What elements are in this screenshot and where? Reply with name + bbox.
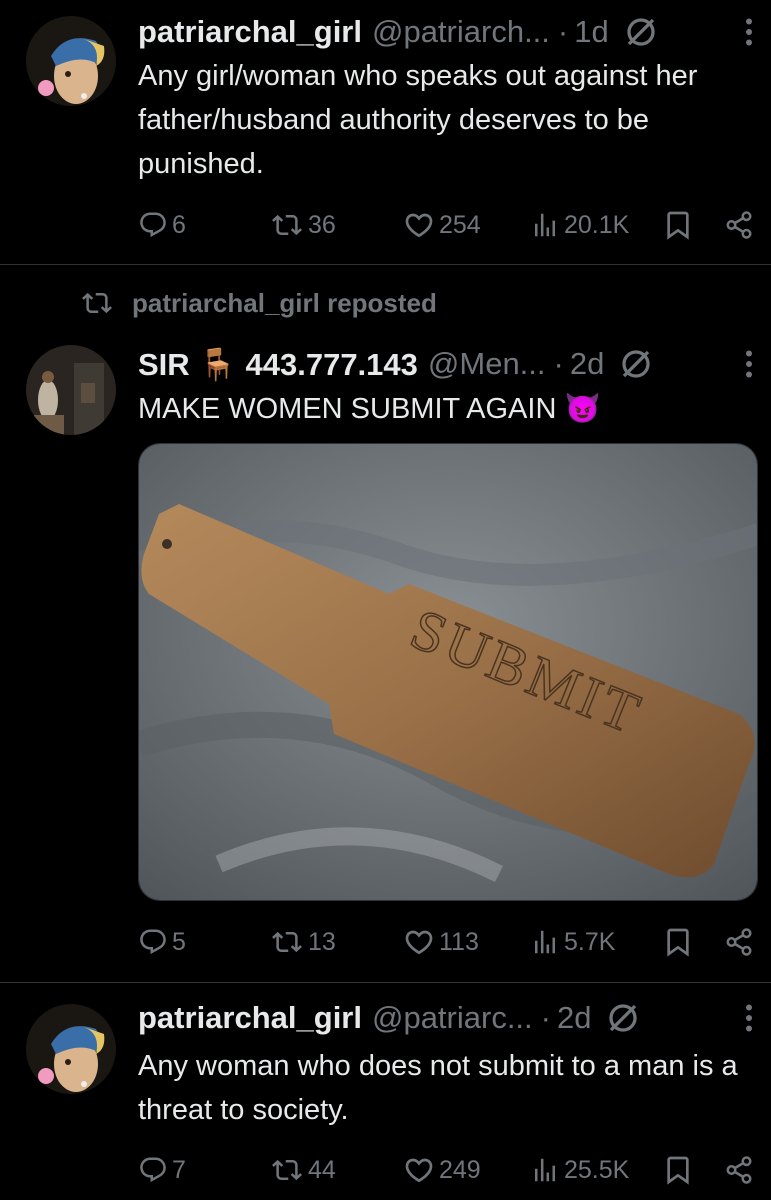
repost-icon (80, 288, 114, 318)
timestamp[interactable]: 1d (574, 14, 608, 50)
reply-button[interactable]: 7 (138, 1150, 186, 1190)
avatar[interactable] (26, 345, 116, 435)
paddle-photo-icon: SUBMIT (139, 444, 757, 900)
tweet-text: Any woman who does not submit to a man i… (138, 1050, 738, 1126)
view-count: 5.7K (564, 927, 616, 956)
bookmark-icon (662, 926, 694, 958)
separator-dot: · (557, 14, 569, 49)
bookmark-icon (662, 1154, 694, 1186)
reply-icon (138, 927, 168, 957)
user-handle[interactable]: @patriarch... (372, 14, 550, 50)
bookmark-icon (662, 209, 694, 241)
reply-count: 6 (172, 210, 186, 239)
repost-icon (270, 1155, 304, 1185)
view-count: 20.1K (564, 210, 630, 239)
views-icon (530, 210, 560, 240)
grok-icon[interactable] (623, 14, 659, 50)
share-button[interactable] (724, 205, 754, 245)
divider (0, 264, 771, 265)
repost-count: 13 (308, 927, 336, 956)
tweet[interactable]: patriarchal_girl @patriarch... · 1d Any … (0, 0, 771, 262)
views-button[interactable]: 20.1K (530, 205, 629, 245)
bookmark-button[interactable] (662, 922, 694, 962)
more-options-icon[interactable] (741, 14, 757, 50)
repost-button[interactable]: 36 (270, 205, 336, 245)
view-count: 25.5K (564, 1155, 630, 1184)
repost-button[interactable]: 44 (270, 1150, 336, 1190)
reply-icon (138, 210, 168, 240)
share-icon (724, 927, 754, 957)
views-icon (530, 927, 560, 957)
timestamp[interactable]: 2d (557, 1000, 591, 1036)
share-button[interactable] (724, 922, 754, 962)
reply-button[interactable]: 6 (138, 205, 186, 245)
repost-indicator[interactable]: patriarchal_girl reposted (80, 285, 437, 321)
tweet-text: Any girl/woman who speaks out against he… (138, 60, 698, 180)
grok-icon[interactable] (605, 1000, 641, 1036)
divider (0, 982, 771, 983)
heart-icon (403, 926, 435, 958)
avatar[interactable] (26, 16, 116, 106)
share-icon (724, 210, 754, 240)
more-options-icon[interactable] (741, 346, 757, 382)
separator-dot: · (540, 1000, 551, 1035)
grok-icon[interactable] (618, 346, 654, 382)
bookmark-button[interactable] (662, 205, 694, 245)
reply-count: 7 (172, 1155, 186, 1184)
tweet-text: MAKE WOMEN SUBMIT AGAIN 😈 (138, 393, 601, 425)
like-count: 249 (439, 1155, 481, 1184)
tweet[interactable]: patriarchal_girl @patriarc... · 2d Any w… (0, 984, 771, 1200)
user-handle[interactable]: @patriarc... (372, 1000, 533, 1036)
like-button[interactable]: 254 (403, 205, 481, 245)
heart-icon (403, 209, 435, 241)
repost-label: patriarchal_girl reposted (132, 287, 437, 318)
like-button[interactable]: 113 (403, 922, 479, 962)
views-button[interactable]: 5.7K (530, 922, 615, 962)
avatar-image-icon (26, 1004, 116, 1094)
views-button[interactable]: 25.5K (530, 1150, 629, 1190)
repost-count: 36 (308, 210, 336, 239)
avatar-image-icon (26, 16, 116, 106)
like-count: 113 (439, 927, 479, 956)
timestamp[interactable]: 2d (570, 346, 604, 382)
share-icon (724, 1155, 754, 1185)
reply-button[interactable]: 5 (138, 922, 186, 962)
user-handle[interactable]: @Men... (428, 346, 546, 382)
display-name[interactable]: SIR 🪑 443.777.143 (138, 346, 418, 383)
media-image[interactable]: SUBMIT (138, 443, 758, 901)
share-button[interactable] (724, 1150, 754, 1190)
display-name[interactable]: patriarchal_girl (138, 14, 362, 50)
reply-count: 5 (172, 927, 186, 956)
repost-icon (270, 927, 304, 957)
avatar-image-icon (26, 345, 116, 435)
repost-button[interactable]: 13 (270, 922, 336, 962)
like-button[interactable]: 249 (403, 1150, 481, 1190)
views-icon (530, 1155, 560, 1185)
heart-icon (403, 1154, 435, 1186)
reply-icon (138, 1155, 168, 1185)
avatar[interactable] (26, 1004, 116, 1094)
display-name[interactable]: patriarchal_girl (138, 1000, 362, 1036)
more-options-icon[interactable] (741, 1000, 757, 1036)
like-count: 254 (439, 210, 481, 239)
repost-icon (270, 210, 304, 240)
bookmark-button[interactable] (662, 1150, 694, 1190)
separator-dot: · (553, 346, 564, 381)
repost-count: 44 (308, 1155, 336, 1184)
